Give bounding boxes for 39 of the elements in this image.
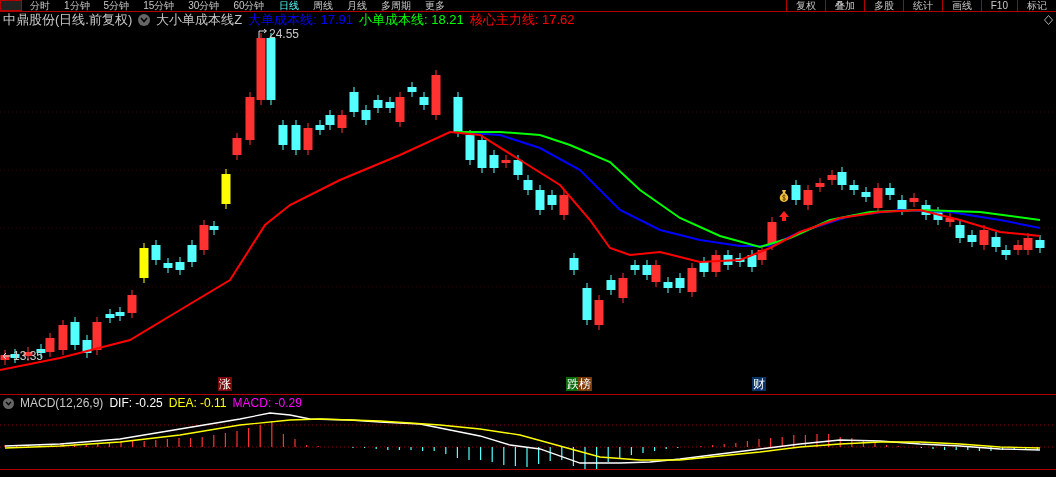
toolbar-button[interactable]: 复权	[785, 0, 825, 11]
dropdown-icon[interactable]	[3, 397, 14, 409]
period-tab[interactable]: 周线	[312, 0, 333, 11]
event-marker[interactable]: 财	[752, 377, 766, 391]
money-bag-icon	[777, 189, 791, 203]
event-marker[interactable]: 涨	[218, 377, 232, 391]
event-marker[interactable]: 榜	[578, 377, 592, 391]
indicator-value: DEA: -0.11	[168, 395, 227, 412]
period-tab[interactable]: 日线	[278, 0, 299, 11]
toolbar-button[interactable]: F10	[980, 0, 1017, 11]
period-tab[interactable]: 1分钟	[64, 0, 90, 11]
period-tab[interactable]: 15分钟	[143, 0, 175, 11]
diamond-icon	[1044, 15, 1053, 25]
period-tab[interactable]: 月线	[346, 0, 367, 11]
indicator-value: 大单成本线: 17.91	[248, 11, 353, 29]
panel-toggle-icon[interactable]	[0, 0, 22, 11]
period-tab[interactable]: 多周期	[380, 0, 411, 11]
period-tab[interactable]: 60分钟	[233, 0, 265, 11]
high-price-label: 24.55	[269, 28, 300, 40]
toolbar-button[interactable]: 画线	[941, 0, 981, 11]
indicator-value: MACD: -0.29	[232, 395, 302, 412]
indicator-name: 大小单成本线Z	[156, 11, 243, 30]
stock-title: 中鼎股份(日线.前复权)	[3, 11, 133, 30]
toolbar-button[interactable]: 统计	[902, 0, 942, 11]
indicator-value: 小单成本线: 18.21	[359, 11, 464, 30]
period-tab[interactable]: 更多	[424, 0, 445, 11]
indicator-name: MACD(12,26,9)	[20, 395, 104, 412]
up-arrow-icon	[779, 211, 789, 221]
dropdown-icon[interactable]	[138, 14, 151, 26]
period-tab[interactable]: 分时	[30, 0, 50, 11]
toolbar-button[interactable]: 标记	[1017, 0, 1056, 11]
toolbar-button[interactable]: 叠加	[824, 0, 864, 11]
indicator-value: 核心主力线: 17.62	[469, 11, 575, 30]
indicator-value: DIF: -0.25	[109, 395, 163, 412]
arrow-icon	[2, 352, 12, 360]
toolbar-button[interactable]: 多股	[863, 0, 903, 11]
period-tab[interactable]: 5分钟	[103, 0, 130, 11]
period-tab[interactable]: 30分钟	[188, 0, 220, 11]
arrow-icon	[258, 29, 268, 39]
